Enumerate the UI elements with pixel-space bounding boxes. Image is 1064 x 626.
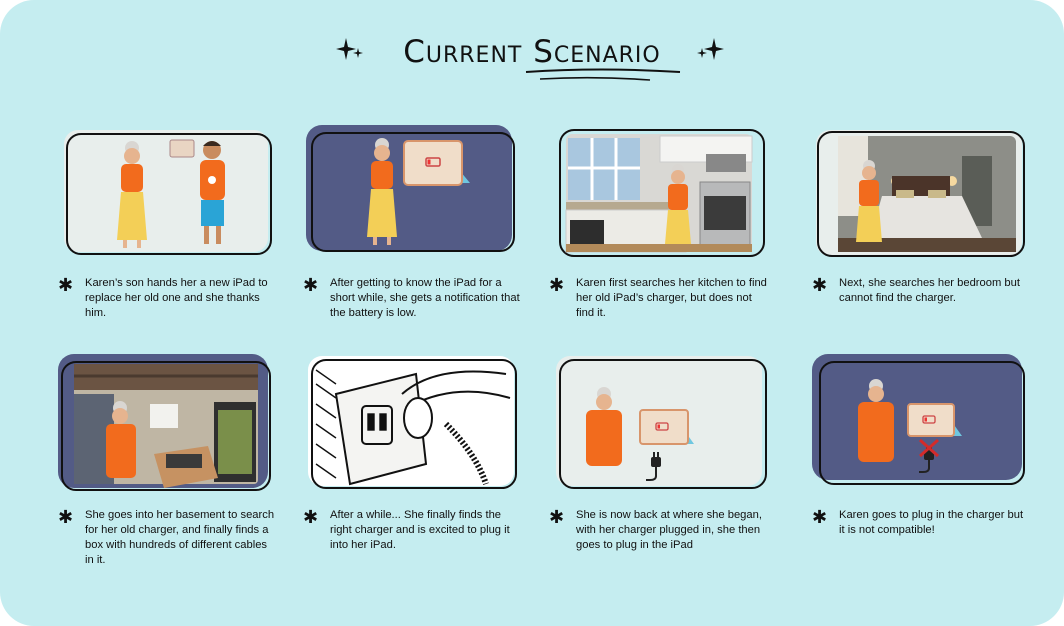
caption-text: Karen’s son hands her a new iPad to repl… bbox=[85, 277, 268, 319]
panel-2-illustration bbox=[306, 125, 516, 252]
asterisk-icon: ✱ bbox=[812, 275, 828, 296]
ipad-low-battery-icon bbox=[639, 409, 694, 445]
asterisk-icon: ✱ bbox=[549, 275, 565, 296]
title-underline-2 bbox=[539, 76, 651, 81]
panel-4-illustration bbox=[812, 126, 1025, 257]
caption-text: Karen goes to plug in the charger but it… bbox=[839, 509, 1024, 536]
asterisk-icon: ✱ bbox=[303, 275, 319, 296]
asterisk-icon: ✱ bbox=[549, 507, 565, 528]
asterisk-icon: ✱ bbox=[303, 507, 319, 528]
panel-3-illustration bbox=[556, 126, 766, 257]
ipad-low-battery-icon bbox=[403, 140, 470, 186]
panel-7-illustration bbox=[554, 354, 767, 489]
page-title: Current Scenario bbox=[403, 34, 661, 70]
caption-text: She goes into her basement to search for… bbox=[85, 509, 275, 566]
asterisk-icon: ✱ bbox=[812, 507, 828, 528]
caption-text: She is now back at where she began, with… bbox=[576, 509, 762, 551]
basement-photo bbox=[74, 364, 258, 488]
asterisk-icon: ✱ bbox=[58, 275, 74, 296]
panel-8-illustration bbox=[812, 354, 1025, 485]
caption-text: Next, she searches her bedroom but canno… bbox=[839, 277, 1020, 304]
caption-text: Karen first searches her kitchen to find… bbox=[576, 277, 767, 319]
panel-5-illustration bbox=[58, 354, 271, 491]
ipad-icon bbox=[169, 139, 195, 158]
asterisk-icon: ✱ bbox=[58, 507, 74, 528]
kitchen-photo bbox=[565, 134, 753, 253]
title-block: Current Scenario bbox=[330, 30, 734, 94]
storyboard-canvas: Current Scenario ✱ Karen’s son hands her… bbox=[0, 0, 1064, 626]
ipad-low-battery-icon bbox=[907, 403, 962, 437]
panel-1-illustration bbox=[62, 128, 272, 255]
panel-6-illustration bbox=[306, 354, 517, 489]
caption-text: After a while... She finally finds the r… bbox=[330, 509, 510, 551]
caption-text: After getting to know the iPad for a sho… bbox=[330, 277, 520, 319]
